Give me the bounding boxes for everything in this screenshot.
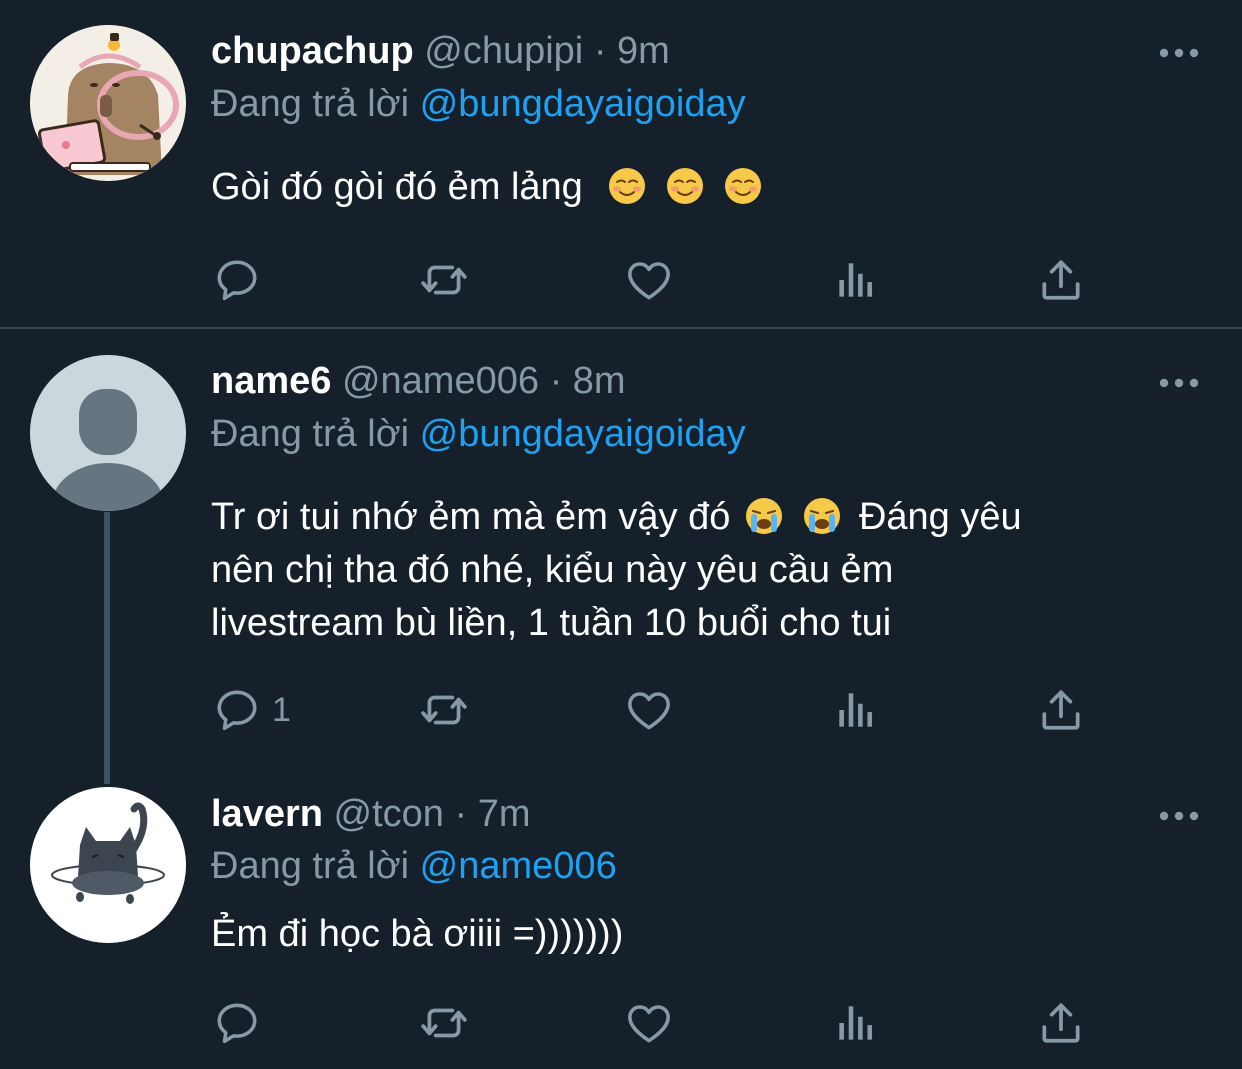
retweet-icon	[415, 685, 473, 735]
avatar[interactable]	[30, 25, 186, 181]
reply-icon	[212, 685, 262, 735]
like-icon	[624, 685, 674, 735]
tweet-text-line: livestream bù liền, 1 tuần 10 buổi cho t…	[211, 602, 892, 644]
more-icon	[1158, 377, 1200, 389]
cat-avatar-image	[30, 787, 186, 943]
tweet-header: name6 @name006 · 8m	[211, 355, 626, 407]
tweet-header: lavern @tcon · 7m	[211, 788, 531, 840]
handle[interactable]: @name006	[342, 360, 539, 402]
like-button[interactable]	[624, 255, 674, 305]
reply-icon	[212, 998, 262, 1048]
smiling-face-emoji	[723, 166, 763, 206]
retweet-icon	[415, 255, 473, 305]
retweet-button[interactable]	[415, 685, 473, 735]
display-name[interactable]: chupachup	[211, 30, 414, 72]
analytics-icon	[831, 685, 881, 735]
crying-face-emoji	[802, 496, 842, 536]
reply-button[interactable]	[212, 998, 262, 1048]
tweet-text-line: Tr ơi tui nhớ ẻm mà ẻm vậy đó Đáng yêu	[211, 491, 1171, 544]
share-button[interactable]	[1036, 255, 1086, 305]
timestamp[interactable]: 7m	[478, 793, 531, 835]
replying-to: Đang trả lời @name006	[211, 840, 617, 892]
share-button[interactable]	[1036, 998, 1086, 1048]
share-icon	[1036, 998, 1086, 1048]
analytics-button[interactable]	[831, 685, 881, 735]
share-icon	[1036, 685, 1086, 735]
smiling-face-emoji	[665, 166, 705, 206]
tweet-text: Tr ơi tui nhớ ẻm mà ẻm vậy đó Đáng yêu n…	[211, 491, 1171, 650]
tweet-chupachup[interactable]: chupachup @chupipi · 9m Đang trả lời @bu…	[0, 0, 1242, 327]
display-name[interactable]: name6	[211, 360, 331, 402]
replying-prefix: Đang trả lời	[211, 413, 410, 455]
reply-button[interactable]	[212, 255, 262, 305]
default-profile-avatar-image	[30, 355, 186, 511]
analytics-icon	[831, 998, 881, 1048]
mention-link[interactable]: @bungdayaigoiday	[420, 83, 746, 125]
analytics-button[interactable]	[831, 255, 881, 305]
reply-button[interactable]: 1	[212, 685, 291, 735]
tweet-header: chupachup @chupipi · 9m	[211, 25, 670, 77]
smiling-face-emoji	[607, 166, 647, 206]
share-icon	[1036, 255, 1086, 305]
more-options-button[interactable]	[1158, 376, 1200, 388]
more-icon	[1158, 47, 1200, 59]
analytics-button[interactable]	[831, 998, 881, 1048]
replying-to: Đang trả lời @bungdayaigoiday	[211, 408, 746, 460]
mention-link[interactable]: @bungdayaigoiday	[420, 413, 746, 455]
more-options-button[interactable]	[1158, 46, 1200, 58]
handle[interactable]: @chupipi	[424, 30, 583, 72]
tweet-text-content: Gòi đó gòi đó ẻm lảng	[211, 166, 583, 208]
like-icon	[624, 255, 674, 305]
avatar[interactable]	[30, 355, 186, 511]
tweet-text-line: nên chị tha đó nhé, kiểu này yêu cầu ẻm	[211, 549, 894, 591]
handle[interactable]: @tcon	[334, 793, 444, 835]
replying-prefix: Đang trả lời	[211, 83, 410, 125]
crying-face-emoji	[744, 496, 784, 536]
capybara-avatar-image	[30, 25, 186, 181]
more-options-button[interactable]	[1158, 809, 1200, 821]
mention-link[interactable]: @name006	[420, 845, 617, 887]
tweet-text-content: Đáng yêu	[858, 496, 1022, 538]
reply-count: 1	[272, 690, 291, 729]
like-button[interactable]	[624, 685, 674, 735]
avatar[interactable]	[30, 787, 186, 943]
separator-dot: ·	[549, 360, 563, 402]
tweet-text-content: Tr ơi tui nhớ ẻm mà ẻm vậy đó	[211, 496, 731, 538]
retweet-button[interactable]	[415, 255, 473, 305]
tweet-text: Gòi đó gòi đó ẻm lảng	[211, 161, 1171, 214]
timestamp[interactable]: 8m	[573, 360, 626, 402]
like-button[interactable]	[624, 998, 674, 1048]
replying-to: Đang trả lời @bungdayaigoiday	[211, 78, 746, 130]
action-bar: 1	[212, 685, 1092, 735]
separator-dot: ·	[593, 30, 607, 72]
like-icon	[624, 998, 674, 1048]
more-icon	[1158, 810, 1200, 822]
analytics-icon	[831, 255, 881, 305]
retweet-icon	[415, 998, 473, 1048]
action-bar	[212, 255, 1092, 305]
replying-prefix: Đang trả lời	[211, 845, 410, 887]
display-name[interactable]: lavern	[211, 793, 323, 835]
tweet-text-content: Ẻm đi học bà ơiiii =)))))))	[211, 913, 624, 955]
timestamp[interactable]: 9m	[617, 30, 670, 72]
tweet-text: Ẻm đi học bà ơiiii =)))))))	[211, 908, 1171, 961]
action-bar	[212, 998, 1092, 1048]
tweet-lavern[interactable]: lavern @tcon · 7m Đang trả lời @name006 …	[0, 769, 1242, 1069]
reply-icon	[212, 255, 262, 305]
separator-dot: ·	[454, 793, 468, 835]
tweet-name6[interactable]: name6 @name006 · 8m Đang trả lời @bungda…	[0, 329, 1242, 769]
retweet-button[interactable]	[415, 998, 473, 1048]
share-button[interactable]	[1036, 685, 1086, 735]
